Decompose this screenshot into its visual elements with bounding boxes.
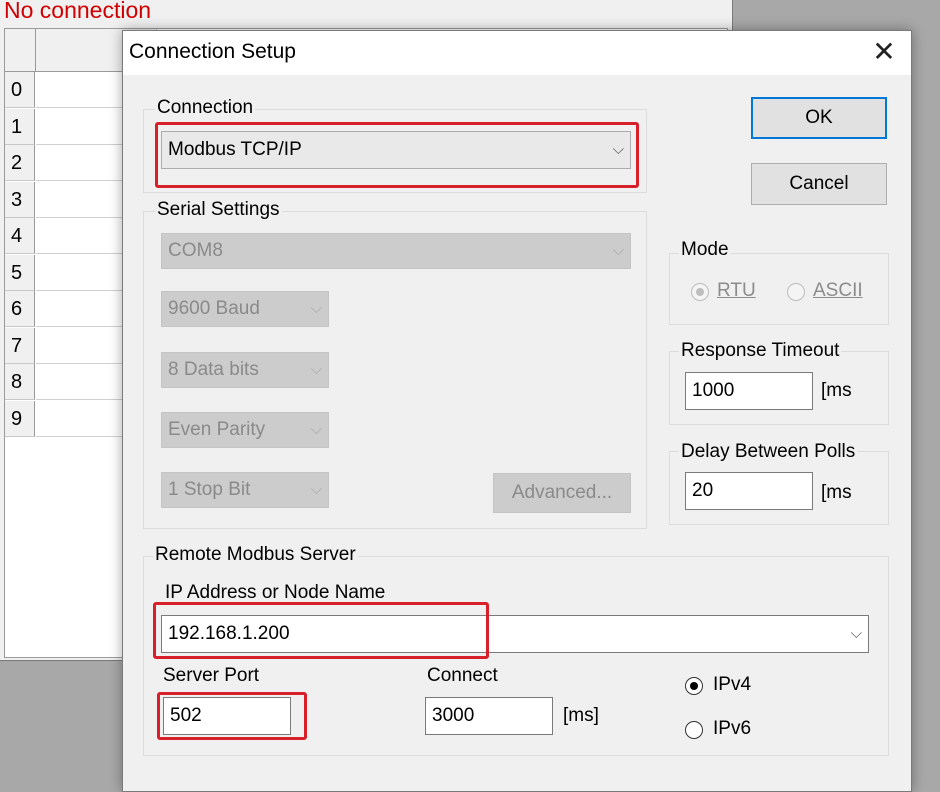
ipv4-label: IPv4 xyxy=(713,674,752,695)
grid-row-header[interactable]: 6 xyxy=(5,291,35,327)
rtu-radio[interactable] xyxy=(691,283,709,301)
delay-between-polls-input[interactable]: 20 xyxy=(685,472,813,510)
mode-group-label: Mode xyxy=(679,239,731,261)
chevron-down-icon: ⌵ xyxy=(310,481,322,498)
rtu-label: RTU xyxy=(717,280,756,301)
ascii-radio[interactable] xyxy=(787,283,805,301)
highlight-box-ip-address xyxy=(153,602,489,659)
grid-row-header[interactable]: 8 xyxy=(5,364,35,400)
server-port-label: Server Port xyxy=(163,665,260,686)
serial-settings-group-label: Serial Settings xyxy=(155,199,282,221)
delay-between-polls-label: Delay Between Polls xyxy=(679,441,858,463)
connection-group-label: Connection xyxy=(155,97,256,119)
com-port-dropdown[interactable]: COM8 ⌵ xyxy=(161,233,631,269)
grid-row-header[interactable]: 5 xyxy=(5,254,35,291)
response-timeout-unit: [ms xyxy=(821,380,852,401)
connection-status-text: No connection xyxy=(4,0,152,23)
grid-row-header[interactable]: 3 xyxy=(5,181,35,218)
chevron-down-icon: ⌵ xyxy=(612,242,624,259)
chevron-down-icon: ⌵ xyxy=(310,361,322,378)
ip-address-label: IP Address or Node Name xyxy=(165,582,386,603)
data-bits-value: 8 Data bits xyxy=(168,359,259,380)
grid-row-header[interactable]: 0 xyxy=(5,72,35,108)
response-timeout-label: Response Timeout xyxy=(679,340,842,362)
stop-bits-dropdown[interactable]: 1 Stop Bit ⌵ xyxy=(161,472,329,508)
dialog-title: Connection Setup xyxy=(129,40,296,63)
ipv4-radio[interactable] xyxy=(685,677,703,695)
cancel-button[interactable]: Cancel xyxy=(751,163,887,205)
stop-bits-value: 1 Stop Bit xyxy=(168,479,251,500)
connect-timeout-input[interactable]: 3000 xyxy=(425,697,553,735)
response-timeout-input[interactable]: 1000 xyxy=(685,372,813,410)
grid-row-header[interactable]: 2 xyxy=(5,145,35,181)
advanced-button[interactable]: Advanced... xyxy=(493,473,631,513)
connect-timeout-unit: [ms] xyxy=(563,705,599,726)
com-port-value: COM8 xyxy=(168,240,223,261)
highlight-box-connection xyxy=(155,122,639,188)
connection-setup-dialog: Connection Setup ✕ Connection Modbus TCP… xyxy=(122,30,912,792)
grid-row-header[interactable]: 9 xyxy=(5,400,35,437)
baud-rate-value: 9600 Baud xyxy=(168,298,260,319)
chevron-down-icon: ⌵ xyxy=(310,421,322,438)
highlight-box-server-port xyxy=(157,692,307,740)
chevron-down-icon: ⌵ xyxy=(310,300,322,317)
parity-dropdown[interactable]: Even Parity ⌵ xyxy=(161,412,329,448)
ascii-label: ASCII xyxy=(813,280,863,301)
remote-server-group-label: Remote Modbus Server xyxy=(153,544,358,566)
baud-rate-dropdown[interactable]: 9600 Baud ⌵ xyxy=(161,291,329,327)
grid-corner-cell xyxy=(5,29,36,72)
grid-row-header[interactable]: 7 xyxy=(5,327,35,364)
ipv6-label: IPv6 xyxy=(713,718,752,739)
close-icon[interactable]: ✕ xyxy=(865,35,903,71)
connect-timeout-label: Connect xyxy=(427,665,498,686)
delay-between-polls-unit: [ms xyxy=(821,482,852,503)
data-bits-dropdown[interactable]: 8 Data bits ⌵ xyxy=(161,352,329,388)
grid-row-header[interactable]: 4 xyxy=(5,218,35,254)
chevron-down-icon: ⌵ xyxy=(850,625,862,642)
dialog-titlebar[interactable]: Connection Setup ✕ xyxy=(123,31,911,75)
grid-row-header[interactable]: 1 xyxy=(5,108,35,145)
ok-button[interactable]: OK xyxy=(751,97,887,139)
ipv6-radio[interactable] xyxy=(685,721,703,739)
parity-value: Even Parity xyxy=(168,419,266,440)
